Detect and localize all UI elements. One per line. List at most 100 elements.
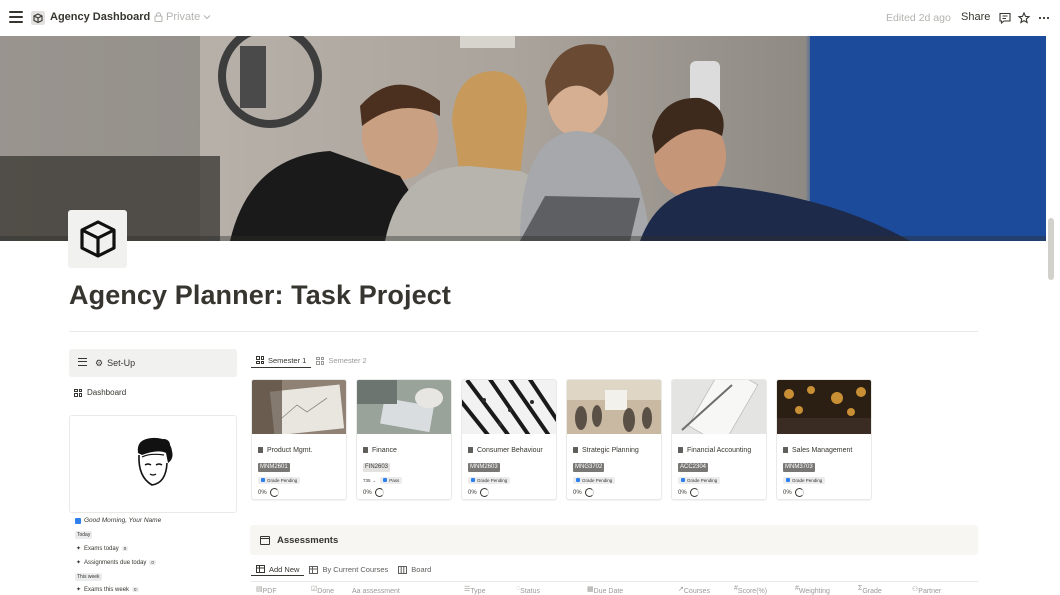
grade-value: 735 →: [363, 477, 377, 483]
sparkle-icon: ✦: [76, 546, 82, 552]
edited-timestamp: Edited 2d ago: [886, 12, 951, 24]
status-text: Grade Pending: [792, 477, 823, 483]
status-badge: Grade Pending: [468, 476, 511, 484]
share-button[interactable]: Share: [961, 11, 990, 23]
course-cover-image: [462, 380, 556, 442]
tab-by-current-courses[interactable]: By Current Courses: [304, 563, 393, 576]
progress-ring-icon: [689, 488, 699, 497]
status-icon: [383, 478, 388, 482]
status-icon: [261, 478, 265, 482]
status-badge: Grade Pending: [678, 476, 721, 484]
table-icon: [309, 565, 319, 574]
status-text: Grade Pending: [267, 477, 298, 483]
course-gallery: Product Mgmt. MNM2601 Grade Pending 0% F…: [251, 379, 872, 500]
progress-ring-icon: [479, 488, 489, 497]
assignments-today-label: Assignments due today: [84, 559, 147, 566]
status-badge: Grade Pending: [258, 476, 301, 484]
status-icon: [471, 478, 475, 482]
assessment-views: Add New By Current Courses Board: [251, 563, 436, 577]
course-card[interactable]: Consumer Behaviour MNM2603 Grade Pending…: [461, 379, 557, 500]
page-icon: [678, 447, 683, 453]
this-week-chip: This week: [75, 573, 102, 581]
greeting: Good Morning, Your Name: [75, 517, 161, 524]
exams-today-line: ✦ Exams today 0: [76, 545, 129, 552]
progress-value: 0%: [363, 489, 372, 496]
sparkle-icon: ✦: [76, 587, 82, 593]
column-label: PDF: [262, 588, 277, 595]
course-cover-image: [777, 380, 871, 434]
breadcrumb-title[interactable]: Agency Dashboard: [50, 11, 150, 23]
tab-label: Semester 1: [268, 355, 307, 365]
page-icon: [573, 447, 578, 453]
course-card[interactable]: Finance FIN2603 735 → Pass 0%: [356, 379, 452, 500]
today-chip: Today: [75, 531, 93, 539]
dashboard-label: Dashboard: [87, 388, 127, 397]
exams-today-label: Exams today: [84, 545, 119, 552]
scrollbar-track[interactable]: [1047, 36, 1055, 591]
count-badge: 0: [121, 546, 129, 551]
column-label: Type: [470, 588, 486, 595]
view-label: By Current Courses: [322, 565, 389, 574]
column-header-partner[interactable]: ⚇ Partner: [912, 585, 941, 595]
course-code: MNG3702: [573, 463, 605, 472]
gallery-icon: [74, 388, 82, 397]
course-card[interactable]: Sales Management MNM3703 Grade Pending 0…: [776, 379, 872, 500]
comment-icon[interactable]: [998, 11, 1012, 25]
page-icon[interactable]: [68, 210, 127, 268]
column-label: Weighting: [798, 588, 830, 595]
progress: 0%: [573, 488, 655, 497]
course-cover-image: [357, 380, 451, 434]
count-badge: 0: [132, 587, 139, 592]
column-label: Courses: [683, 588, 710, 595]
column-header-courses[interactable]: ↗ Courses: [678, 585, 710, 595]
column-header-done[interactable]: ☑ Done: [311, 585, 334, 595]
menu-icon: [78, 357, 87, 369]
column-label: Aa assessment: [352, 588, 400, 595]
scrollbar-thumb[interactable]: [1048, 218, 1054, 280]
status-text: Pass: [389, 477, 400, 483]
divider: [69, 331, 978, 332]
progress-value: 0%: [258, 489, 267, 496]
assessments-header[interactable]: Assessments: [250, 525, 978, 555]
column-header-type[interactable]: ☰ Type: [464, 585, 485, 595]
page-icon: [783, 447, 788, 453]
top-bar: Agency Dashboard Private Edited 2d ago S…: [0, 0, 1060, 36]
menu-icon[interactable]: [9, 11, 23, 23]
progress-value: 0%: [678, 489, 687, 496]
table-icon: [256, 565, 265, 573]
progress: 0%: [468, 488, 550, 497]
course-code: ACC2304: [678, 463, 709, 472]
more-icon[interactable]: [1037, 11, 1051, 25]
course-card[interactable]: Financial Accounting ACC2304 Grade Pendi…: [671, 379, 767, 500]
tab-board[interactable]: Board: [393, 563, 436, 576]
progress-ring-icon: [584, 488, 594, 497]
status-text: Grade Pending: [477, 477, 508, 483]
page-icon: [363, 447, 368, 453]
course-title: Consumer Behaviour: [477, 446, 543, 454]
exams-week-label: Exams this week: [84, 586, 130, 593]
status-text: Grade Pending: [687, 477, 718, 483]
avatar-illustration: [137, 437, 173, 486]
dashboard-link[interactable]: Dashboard: [74, 388, 126, 397]
gear-icon: ⚙: [95, 357, 104, 368]
privacy-indicator[interactable]: Private: [154, 11, 211, 23]
column-label: Partner: [918, 588, 942, 595]
tab-semester-1[interactable]: Semester 1: [251, 353, 312, 368]
course-card[interactable]: Product Mgmt. MNM2601 Grade Pending 0%: [251, 379, 347, 500]
course-code: MNM2603: [468, 463, 500, 472]
course-title: Sales Management: [792, 446, 853, 454]
tab-semester-2[interactable]: Semester 2: [311, 353, 371, 368]
star-icon[interactable]: [1017, 11, 1031, 25]
column-header-pdf[interactable]: ▤ PDF: [256, 585, 277, 595]
course-title: Financial Accounting: [687, 446, 752, 454]
tab-add-new[interactable]: Add New: [251, 563, 305, 576]
status-badge: Grade Pending: [573, 476, 616, 484]
course-code: MNM2601: [258, 463, 290, 472]
course-title: Strategic Planning: [582, 446, 639, 454]
assignments-today-line: ✦ Assignments due today 0: [76, 559, 156, 566]
setup-toggle[interactable]: ⚙ Set-Up: [69, 349, 237, 377]
course-card[interactable]: Strategic Planning MNG3702 Grade Pending…: [566, 379, 662, 500]
progress: 0%: [258, 488, 340, 497]
column-header-due-date[interactable]: ▦ Due Date: [587, 585, 623, 595]
progress-ring-icon: [794, 488, 804, 497]
